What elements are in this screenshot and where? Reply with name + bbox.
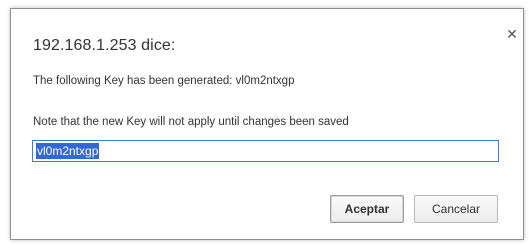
save-note-message: Note that the new Key will not apply unt… (33, 116, 349, 128)
cancel-button[interactable]: Cancelar (414, 195, 498, 223)
close-icon[interactable]: ✕ (505, 27, 519, 41)
alert-dialog: 192.168.1.253 dice: ✕ The following Key … (10, 8, 524, 240)
selected-key-text: vl0m2ntxgp (36, 143, 100, 159)
dialog-title: 192.168.1.253 dice: (33, 37, 176, 54)
accept-button[interactable]: Aceptar (330, 195, 404, 223)
key-input[interactable]: vl0m2ntxgp (32, 140, 499, 162)
generated-key-message: The following Key has been generated: vl… (33, 75, 295, 87)
